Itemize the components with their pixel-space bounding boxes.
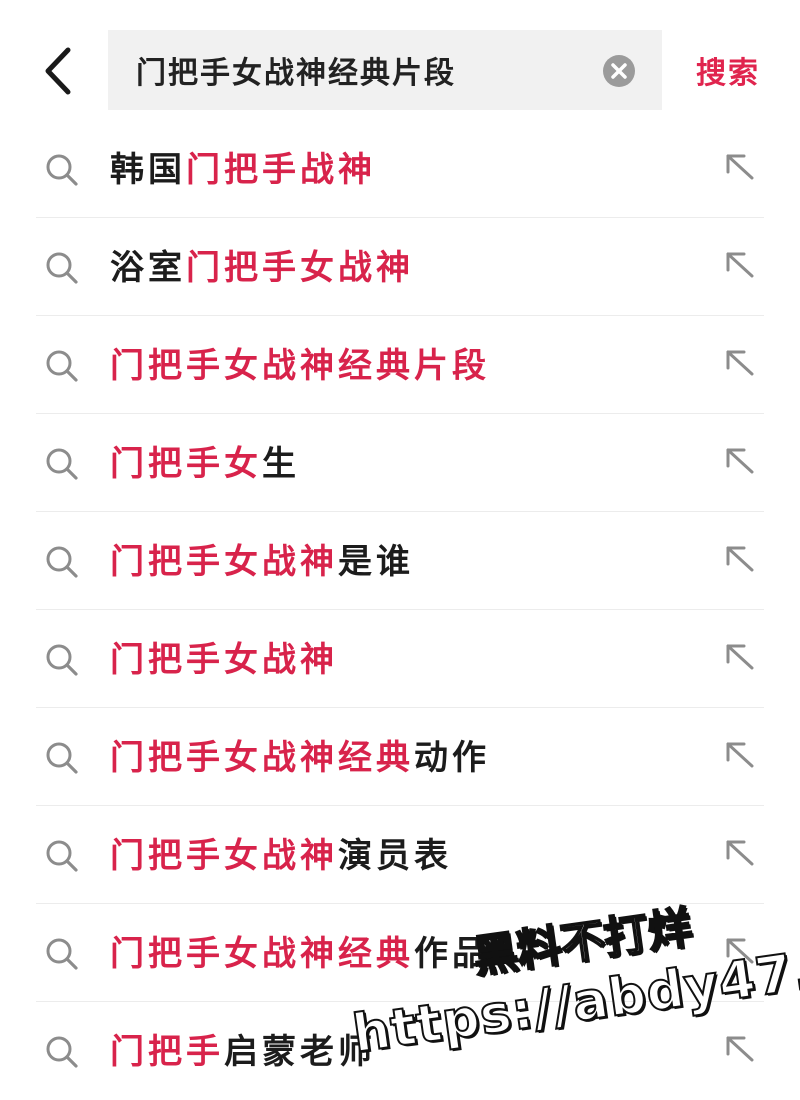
arrow-up-left-icon[interactable] — [722, 444, 758, 484]
suggestion-highlight: 门把手女战神 — [110, 836, 338, 876]
suggestion-text: 门把手女战神经典动作 — [110, 734, 490, 782]
suggestion-text: 门把手女战神经典片段 — [110, 342, 490, 390]
search-icon — [46, 840, 78, 872]
suggestion-highlight: 门把手战神 — [186, 150, 376, 190]
suggestion-suffix: 演员表 — [338, 836, 452, 876]
suggestion-text: 门把手女战神演员表 — [110, 832, 452, 880]
suggestion-highlight: 门把手女战神经典 — [110, 934, 414, 974]
suggestion-text: 门把手启蒙老师 — [110, 1028, 376, 1076]
search-input[interactable] — [136, 30, 596, 110]
suggestion-text: 韩国门把手战神 — [110, 146, 376, 194]
suggestion-highlight: 门把手女战神经典 — [110, 738, 414, 778]
suggestion-suffix: 动作 — [414, 738, 490, 778]
search-icon — [46, 448, 78, 480]
suggestion-prefix: 浴室 — [110, 248, 186, 288]
suggestion-suffix: 生 — [262, 444, 300, 484]
search-icon — [46, 938, 78, 970]
suggestion-item[interactable]: 门把手女战神演员表 — [0, 806, 800, 904]
search-icon — [46, 644, 78, 676]
suggestion-item[interactable]: 门把手女生 — [0, 414, 800, 512]
search-button[interactable]: 搜索 — [696, 48, 776, 92]
suggestion-text: 门把手女战神 — [110, 636, 338, 684]
suggestion-prefix: 韩国 — [110, 150, 186, 190]
suggestion-highlight: 门把手女战神 — [186, 248, 414, 288]
suggestion-text: 门把手女战神经典作品 — [110, 930, 490, 978]
suggestion-text: 门把手女生 — [110, 440, 300, 488]
search-icon — [46, 546, 78, 578]
suggestion-highlight: 门把手 — [110, 1032, 224, 1072]
suggestion-highlight: 门把手女 — [110, 444, 262, 484]
search-icon — [46, 742, 78, 774]
suggestion-item[interactable]: 韩国门把手战神 — [0, 120, 800, 218]
suggestion-item[interactable]: 门把手女战神是谁 — [0, 512, 800, 610]
suggestion-highlight: 门把手女战神经典片段 — [110, 346, 490, 386]
arrow-up-left-icon[interactable] — [722, 934, 758, 974]
arrow-up-left-icon[interactable] — [722, 248, 758, 288]
search-header: 搜索 — [0, 0, 800, 122]
search-icon — [46, 154, 78, 186]
suggestion-item[interactable]: 门把手女战神 — [0, 610, 800, 708]
arrow-up-left-icon[interactable] — [722, 1032, 758, 1072]
clear-circle-icon — [603, 55, 635, 87]
arrow-up-left-icon[interactable] — [722, 150, 758, 190]
arrow-up-left-icon[interactable] — [722, 640, 758, 680]
suggestion-highlight: 门把手女战神 — [110, 640, 338, 680]
search-icon — [46, 252, 78, 284]
arrow-up-left-icon[interactable] — [722, 346, 758, 386]
search-bar — [108, 30, 662, 110]
suggestion-suffix: 启蒙老师 — [224, 1032, 376, 1072]
suggestion-highlight: 门把手女战神 — [110, 542, 338, 582]
back-button[interactable] — [38, 44, 82, 98]
suggestion-item[interactable]: 门把手启蒙老师 — [0, 1002, 800, 1100]
arrow-up-left-icon[interactable] — [722, 738, 758, 778]
clear-button[interactable] — [602, 54, 636, 88]
arrow-up-left-icon[interactable] — [722, 542, 758, 582]
suggestion-suffix: 是谁 — [338, 542, 414, 582]
suggestion-item[interactable]: 门把手女战神经典片段 — [0, 316, 800, 414]
suggestion-suffix: 作品 — [414, 934, 490, 974]
search-icon — [46, 1036, 78, 1068]
search-icon — [46, 350, 78, 382]
arrow-up-left-icon[interactable] — [722, 836, 758, 876]
suggestion-text: 浴室门把手女战神 — [110, 244, 414, 292]
suggestion-text: 门把手女战神是谁 — [110, 538, 414, 586]
suggestion-item[interactable]: 门把手女战神经典动作 — [0, 708, 800, 806]
suggestion-item[interactable]: 门把手女战神经典作品 — [0, 904, 800, 1002]
suggestion-list: 韩国门把手战神 浴室门把手女战神 门把手女战神经典片段 门把手女生 门把手女战神是谁 门把… — [0, 120, 800, 1100]
suggestion-item[interactable]: 浴室门把手女战神 — [0, 218, 800, 316]
chevron-left-icon — [45, 47, 71, 95]
